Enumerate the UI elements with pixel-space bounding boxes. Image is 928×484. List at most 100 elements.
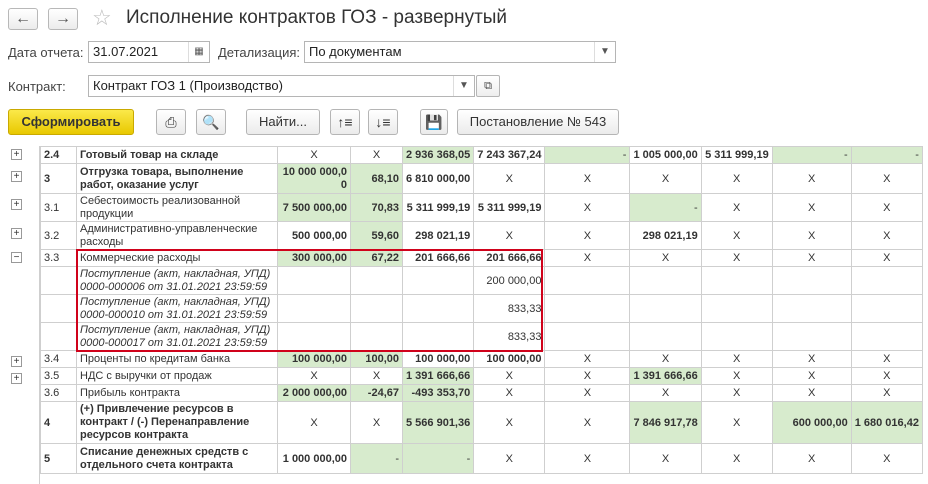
table-row[interactable]: 3.4 Проценты по кредитам банка 100 000,0… <box>40 350 923 368</box>
cell <box>40 322 77 351</box>
contract-select[interactable]: Контракт ГОЗ 1 (Производство) ▼ <box>88 75 475 97</box>
cell: X <box>277 146 351 164</box>
cell <box>629 266 702 295</box>
cell: X <box>544 384 631 402</box>
table-row[interactable]: 3.5 НДС с выручки от продаж X X 1 391 66… <box>40 367 923 385</box>
cell: X <box>473 367 546 385</box>
cell <box>350 294 403 323</box>
cell: - <box>350 443 403 474</box>
expand-toggle[interactable]: + <box>11 149 22 160</box>
table-row[interactable]: 3.3 Коммерческие расходы 300 000,00 67,2… <box>40 249 923 267</box>
cell: X <box>629 350 702 368</box>
cell: 67,22 <box>350 249 403 267</box>
forward-button[interactable]: → <box>48 8 78 30</box>
cell: 1 391 666,66 <box>401 367 475 385</box>
cell: 5 311 999,19 <box>473 193 546 222</box>
contract-label: Контракт: <box>8 79 66 94</box>
cell: X <box>350 367 403 385</box>
cell: 298 021,19 <box>401 221 475 250</box>
cell: 10 000 000,0 0 <box>277 163 351 194</box>
cell: 1 005 000,00 <box>629 146 702 164</box>
cell: 7 243 367,24 <box>473 146 546 164</box>
cell: X <box>850 367 923 385</box>
table-row[interactable]: 3.1 Себестоимость реализованной продукци… <box>40 193 923 222</box>
cell: X <box>850 221 923 250</box>
cell <box>850 294 923 323</box>
detail-value: По документам <box>309 44 402 59</box>
chevron-down-icon[interactable]: ▼ <box>594 42 615 62</box>
cell: - <box>544 146 631 164</box>
sort-ascending-icon[interactable]: ↑≡ <box>330 109 360 135</box>
cell: 5 566 901,36 <box>401 401 475 444</box>
cell: X <box>629 384 702 402</box>
cell <box>629 322 702 351</box>
expand-toggle[interactable]: + <box>11 373 22 384</box>
favorite-star-icon[interactable]: ☆ <box>92 5 112 31</box>
table-row[interactable]: 3 Отгрузка товара, выполнение работ, ока… <box>40 163 923 194</box>
document-name: Поступление (акт, накладная, УПД) 0000-00… <box>76 266 278 295</box>
cell: X <box>700 193 773 222</box>
sort-descending-icon[interactable]: ↓≡ <box>368 109 398 135</box>
document-row[interactable]: Поступление (акт, накладная, УПД) 0000-00… <box>40 266 923 295</box>
date-field[interactable]: 31.07.2021 ▦ <box>88 41 210 63</box>
cell: - <box>629 193 702 222</box>
expand-toggle[interactable]: + <box>11 228 22 239</box>
table-row[interactable]: 3.2 Административно-управленческие расхо… <box>40 221 923 250</box>
cell: 201 666,66 <box>473 249 546 267</box>
document-row[interactable]: Поступление (акт, накладная, УПД) 0000-00… <box>40 322 923 351</box>
cell <box>277 322 351 351</box>
cell: 298 021,19 <box>629 221 702 250</box>
resolution-button[interactable]: Постановление № 543 <box>457 109 619 135</box>
cell: X <box>277 367 351 385</box>
cell: 68,10 <box>350 163 403 194</box>
row-name: Списание денежных средств с отдельного с… <box>76 443 278 474</box>
detail-select[interactable]: По документам ▼ <box>304 41 616 63</box>
row-name: Административно-управленческие расходы <box>76 221 278 250</box>
cell: X <box>700 443 773 474</box>
cell: X <box>771 384 852 402</box>
report-table: 2.4 Готовый товар на складе X X 2 936 36… <box>40 146 923 474</box>
table-row[interactable]: 5 Списание денежных средств с отдельного… <box>40 443 923 474</box>
calendar-icon[interactable]: ▦ <box>188 42 209 62</box>
cell: X <box>629 443 702 474</box>
generate-button[interactable]: Сформировать <box>8 109 134 135</box>
expand-toggle[interactable]: + <box>11 199 22 210</box>
collapse-toggle[interactable]: − <box>11 252 22 263</box>
cell <box>350 322 403 351</box>
cell: 201 666,66 <box>401 249 475 267</box>
print-icon[interactable]: ⎙ <box>156 109 186 135</box>
arrow-right-icon: → <box>55 10 71 27</box>
document-row[interactable]: Поступление (акт, накладная, УПД) 0000-00… <box>40 294 923 323</box>
cell: X <box>771 367 852 385</box>
table-row[interactable]: 4 (+) Привлечение ресурсов в контракт / … <box>40 401 923 444</box>
row-code: 3.4 <box>40 350 77 368</box>
back-button[interactable]: ← <box>8 8 38 30</box>
preview-icon[interactable]: 🔍 <box>196 109 226 135</box>
cell: X <box>544 193 631 222</box>
save-icon[interactable]: 💾 <box>420 109 448 135</box>
cell: X <box>700 401 773 444</box>
cell: X <box>700 249 773 267</box>
cell: X <box>350 401 403 444</box>
doc-number: 0000-000017 от 31.01.2021 23:59:59 <box>80 336 268 349</box>
chevron-down-icon[interactable]: ▼ <box>453 76 474 96</box>
expand-toggle[interactable]: + <box>11 171 22 182</box>
doc-title: Поступление (акт, накладная, УПД) <box>80 267 271 280</box>
row-name: Проценты по кредитам банка <box>76 350 278 368</box>
row-code: 3.3 <box>40 249 77 267</box>
expand-toggle[interactable]: + <box>11 356 22 367</box>
cell <box>544 266 631 295</box>
find-button[interactable]: Найти... <box>246 109 320 135</box>
cell <box>544 294 631 323</box>
cell <box>40 266 77 295</box>
open-contract-icon[interactable]: ⧉ <box>476 75 500 97</box>
row-code: 3.1 <box>40 193 77 222</box>
cell: 1 000 000,00 <box>277 443 351 474</box>
cell: X <box>544 221 631 250</box>
cell: 1 680 016,42 <box>850 401 923 444</box>
row-code: 3.5 <box>40 367 77 385</box>
table-row[interactable]: 2.4 Готовый товар на складе X X 2 936 36… <box>40 146 923 164</box>
cell: 7 846 917,78 <box>629 401 702 444</box>
table-row[interactable]: 3.6 Прибыль контракта 2 000 000,00 -24,6… <box>40 384 923 402</box>
row-name: Отгрузка товара, выполнение работ, оказа… <box>76 163 278 194</box>
